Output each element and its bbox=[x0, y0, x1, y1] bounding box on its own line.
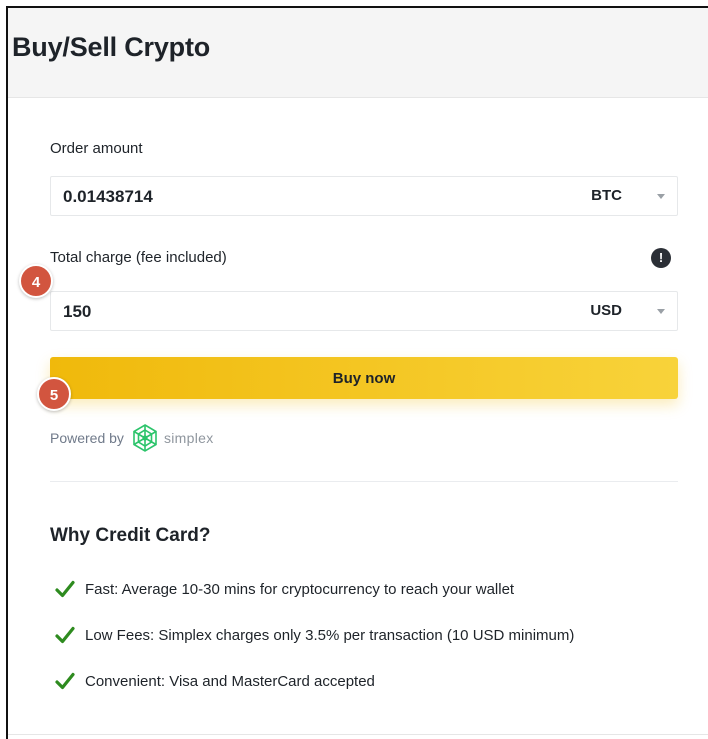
check-icon bbox=[55, 626, 75, 644]
powered-by-label: Powered by bbox=[50, 430, 124, 446]
buy-now-button[interactable]: Buy now bbox=[50, 357, 678, 399]
total-charge-label: Total charge (fee included) bbox=[50, 249, 227, 266]
benefit-text: Convenient: Visa and MasterCard accepted bbox=[85, 672, 375, 690]
page-title: Buy/Sell Crypto bbox=[12, 32, 211, 62]
order-amount-label: Order amount bbox=[50, 140, 143, 157]
benefit-item: Fast: Average 10-30 mins for cryptocurre… bbox=[55, 579, 514, 599]
total-charge-field[interactable]: 150 USD bbox=[50, 291, 678, 331]
benefit-text: Low Fees: Simplex charges only 3.5% per … bbox=[85, 626, 575, 644]
total-charge-input[interactable]: 150 bbox=[63, 302, 91, 322]
section-divider bbox=[50, 481, 678, 482]
buy-sell-panel: Buy/Sell Crypto Order amount 0.01438714 … bbox=[6, 6, 708, 739]
check-icon bbox=[55, 580, 75, 598]
order-amount-input[interactable]: 0.01438714 bbox=[63, 187, 153, 207]
benefit-text: Fast: Average 10-30 mins for cryptocurre… bbox=[85, 580, 515, 598]
chevron-down-icon[interactable] bbox=[657, 194, 665, 199]
step-badge-4: 4 bbox=[19, 264, 53, 298]
step-badge-5: 5 bbox=[37, 377, 71, 411]
simplex-brand-text: simplex bbox=[163, 430, 214, 446]
benefit-item: Low Fees: Simplex charges only 3.5% per … bbox=[55, 625, 574, 645]
simplex-logo-icon bbox=[133, 424, 157, 452]
check-icon bbox=[55, 672, 75, 690]
charge-currency-select[interactable]: USD bbox=[590, 302, 622, 319]
amount-currency-select[interactable]: BTC bbox=[591, 187, 622, 204]
chevron-down-icon[interactable] bbox=[657, 309, 665, 314]
panel-header: Buy/Sell Crypto bbox=[8, 8, 708, 98]
powered-by: Powered by simplex bbox=[50, 423, 214, 453]
benefit-item: Convenient: Visa and MasterCard accepted bbox=[55, 671, 375, 691]
why-credit-card-title: Why Credit Card? bbox=[50, 525, 211, 546]
panel-bottom-border bbox=[8, 734, 708, 735]
order-amount-field[interactable]: 0.01438714 BTC bbox=[50, 176, 678, 216]
exclamation-circle-icon[interactable]: ! bbox=[651, 248, 671, 268]
